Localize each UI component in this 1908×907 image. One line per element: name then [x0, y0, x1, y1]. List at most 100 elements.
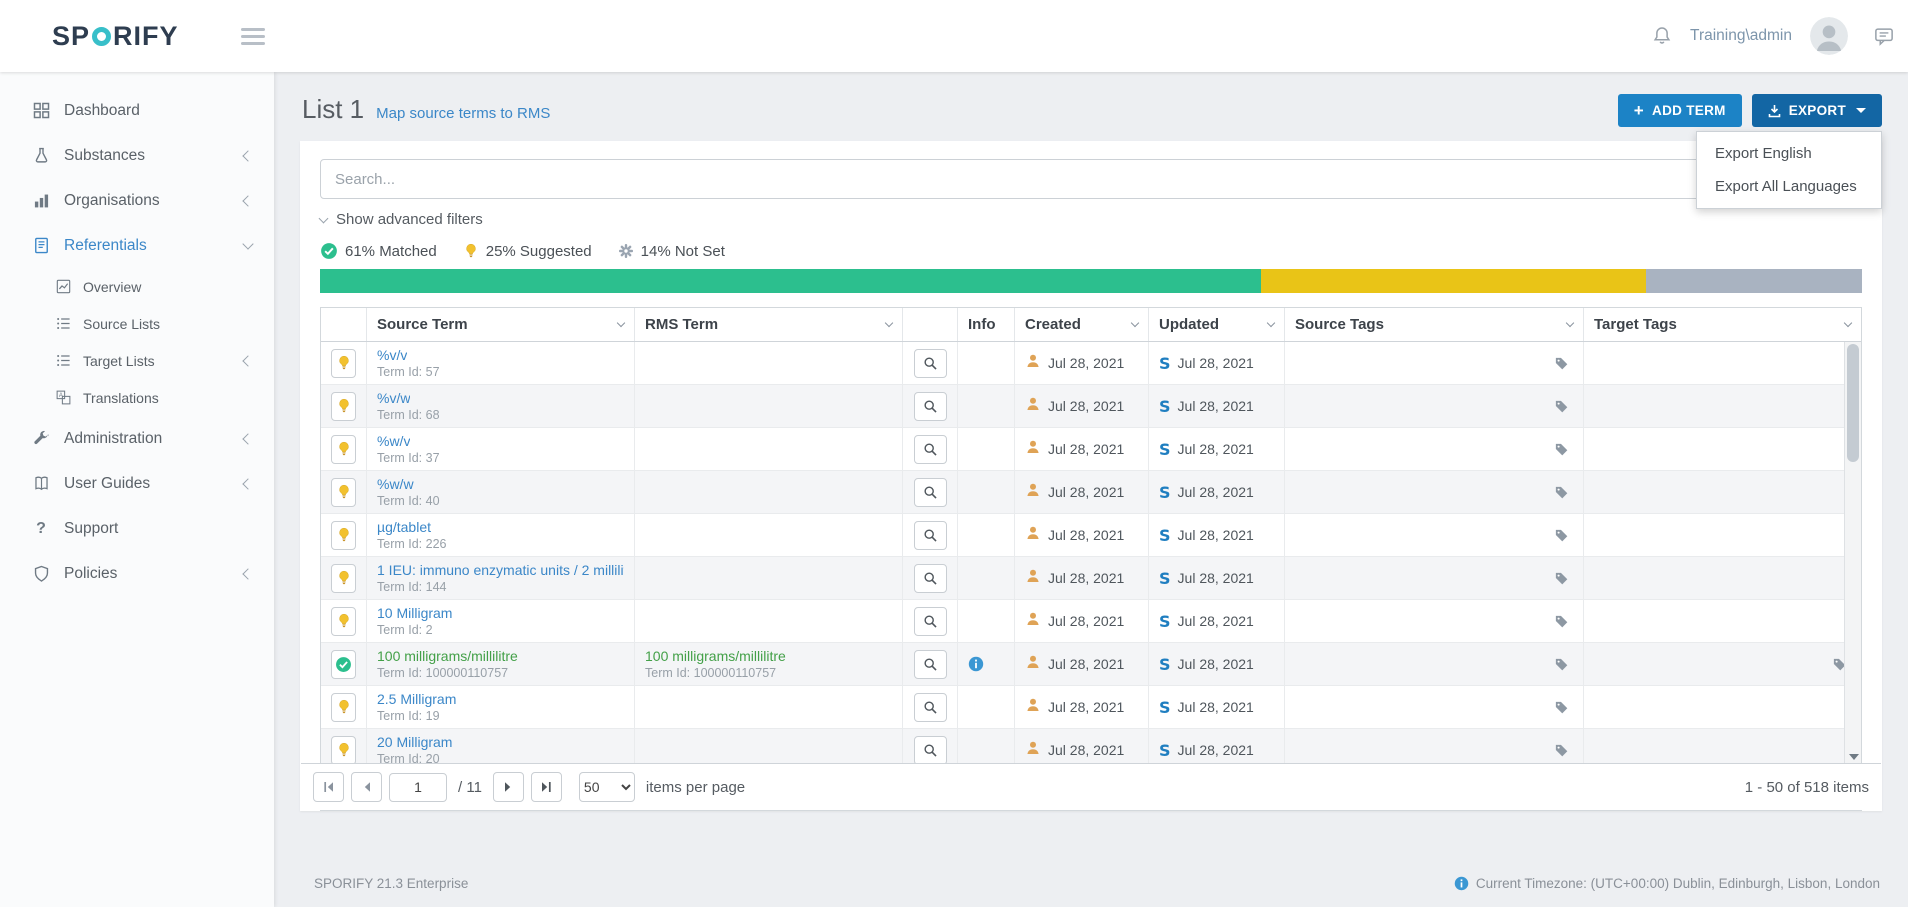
- avatar[interactable]: [1810, 17, 1848, 55]
- column-menu-icon[interactable]: [1844, 319, 1852, 327]
- updated-date: Jul 28, 2021: [1178, 441, 1254, 457]
- terms-table: Source Term RMS Term Info Created Update…: [320, 307, 1862, 811]
- sidebar-item-label: Administration: [64, 430, 244, 448]
- row-status-button[interactable]: [331, 392, 356, 421]
- previous-page-button[interactable]: [351, 772, 382, 802]
- row-status-button[interactable]: [331, 478, 356, 507]
- source-term-link[interactable]: 20 Milligram: [377, 734, 452, 750]
- sidebar-item-administration[interactable]: Administration: [0, 416, 274, 461]
- source-term-link[interactable]: 1 IEU: immuno enzymatic units / 2 millil…: [377, 562, 624, 578]
- column-menu-icon[interactable]: [885, 319, 893, 327]
- inspect-term-button[interactable]: [914, 521, 947, 550]
- row-status-button[interactable]: [331, 693, 356, 722]
- column-menu-icon[interactable]: [1267, 319, 1275, 327]
- header-rms-term[interactable]: RMS Term: [635, 308, 903, 341]
- pagination-bar: / 11 50 items per page 1 - 50 of 518 ite…: [301, 763, 1881, 810]
- advanced-filters-toggle[interactable]: Show advanced filters: [320, 211, 483, 228]
- info-cell: [958, 428, 1015, 470]
- source-tag-icon[interactable]: [1554, 399, 1569, 414]
- source-term-link[interactable]: µg/tablet: [377, 519, 431, 535]
- inspect-term-button[interactable]: [914, 607, 947, 636]
- column-menu-icon[interactable]: [1131, 319, 1139, 327]
- next-page-button[interactable]: [493, 772, 524, 802]
- source-tag-icon[interactable]: [1554, 700, 1569, 715]
- page-number-input[interactable]: [389, 773, 447, 802]
- inspect-term-button[interactable]: [914, 392, 947, 421]
- inspect-term-button[interactable]: [914, 693, 947, 722]
- source-term-link[interactable]: %w/v: [377, 433, 410, 449]
- last-page-button[interactable]: [531, 772, 562, 802]
- user-menu[interactable]: Training\admin: [1690, 27, 1792, 45]
- chat-icon[interactable]: [1874, 26, 1894, 46]
- source-tag-icon[interactable]: [1554, 614, 1569, 629]
- export-menu-item-english[interactable]: Export English: [1697, 137, 1881, 170]
- rms-term-link[interactable]: 100 milligrams/millilitre: [645, 648, 786, 664]
- sidebar-item-overview[interactable]: Overview: [0, 268, 274, 305]
- first-page-button[interactable]: [313, 772, 344, 802]
- source-tag-icon[interactable]: [1554, 442, 1569, 457]
- export-menu-item-all-languages[interactable]: Export All Languages: [1697, 170, 1881, 203]
- header-updated[interactable]: Updated: [1149, 308, 1285, 341]
- inspect-term-button[interactable]: [914, 736, 947, 764]
- row-status-button[interactable]: [331, 607, 356, 636]
- system-s-icon: S: [1159, 483, 1171, 502]
- source-tag-icon[interactable]: [1554, 657, 1569, 672]
- table-scrollbar[interactable]: [1844, 342, 1861, 763]
- header-source-term[interactable]: Source Term: [367, 308, 635, 341]
- source-tag-icon[interactable]: [1554, 743, 1569, 758]
- created-date: Jul 28, 2021: [1048, 484, 1124, 500]
- row-status-button[interactable]: [331, 521, 356, 550]
- sidebar-item-substances[interactable]: Substances: [0, 133, 274, 178]
- inspect-term-button[interactable]: [914, 349, 947, 378]
- header-created[interactable]: Created: [1015, 308, 1149, 341]
- row-status-button[interactable]: [331, 736, 356, 764]
- column-menu-icon[interactable]: [1566, 319, 1574, 327]
- sidebar-toggle-icon[interactable]: [241, 24, 265, 49]
- row-status-button[interactable]: [331, 650, 356, 679]
- sidebar-item-policies[interactable]: Policies: [0, 551, 274, 596]
- export-button[interactable]: EXPORT: [1752, 94, 1882, 127]
- sidebar-item-organisations[interactable]: Organisations: [0, 178, 274, 223]
- sidebar-item-referentials[interactable]: Referentials: [0, 223, 274, 268]
- info-cell: [958, 514, 1015, 556]
- source-tag-icon[interactable]: [1554, 356, 1569, 371]
- search-input[interactable]: [320, 159, 1862, 199]
- notifications-bell-icon[interactable]: [1652, 26, 1672, 46]
- info-icon[interactable]: [968, 656, 984, 672]
- logo-o-ring-icon: [92, 27, 111, 46]
- row-status-button[interactable]: [331, 564, 356, 593]
- source-tag-icon[interactable]: [1554, 571, 1569, 586]
- sidebar-item-translations[interactable]: A Translations: [0, 379, 274, 416]
- sidebar-item-target-lists[interactable]: Target Lists: [0, 342, 274, 379]
- add-term-button[interactable]: + ADD TERM: [1618, 94, 1742, 127]
- header-info[interactable]: Info: [958, 308, 1015, 341]
- source-term-link[interactable]: %w/w: [377, 476, 414, 492]
- created-date: Jul 28, 2021: [1048, 441, 1124, 457]
- source-term-link[interactable]: 100 milligrams/millilitre: [377, 648, 518, 664]
- row-status-cell: [321, 600, 367, 642]
- app-logo[interactable]: SPRIFY: [52, 21, 179, 52]
- header-target-tags[interactable]: Target Tags: [1584, 308, 1861, 341]
- source-term-link[interactable]: %v/w: [377, 390, 410, 406]
- inspect-term-button[interactable]: [914, 435, 947, 464]
- inspect-term-button[interactable]: [914, 478, 947, 507]
- inspect-term-button[interactable]: [914, 650, 947, 679]
- row-status-button[interactable]: [331, 435, 356, 464]
- sidebar-item-source-lists[interactable]: Source Lists: [0, 305, 274, 342]
- source-term-link[interactable]: 2.5 Milligram: [377, 691, 456, 707]
- sidebar-item-user-guides[interactable]: User Guides: [0, 461, 274, 506]
- source-tag-icon[interactable]: [1554, 528, 1569, 543]
- sidebar-item-dashboard[interactable]: Dashboard: [0, 88, 274, 133]
- source-term-link[interactable]: %v/v: [377, 347, 407, 363]
- row-status-button[interactable]: [331, 349, 356, 378]
- page-size-select[interactable]: 50: [579, 772, 635, 802]
- header-source-tags[interactable]: Source Tags: [1285, 308, 1584, 341]
- source-term-link[interactable]: 10 Milligram: [377, 605, 452, 621]
- target-tags-cell: [1584, 428, 1861, 470]
- scrollbar-thumb[interactable]: [1847, 344, 1859, 462]
- column-menu-icon[interactable]: [617, 319, 625, 327]
- scrollbar-down-arrow-icon[interactable]: [1849, 754, 1859, 760]
- sidebar-item-support[interactable]: ? Support: [0, 506, 274, 551]
- source-tag-icon[interactable]: [1554, 485, 1569, 500]
- inspect-term-button[interactable]: [914, 564, 947, 593]
